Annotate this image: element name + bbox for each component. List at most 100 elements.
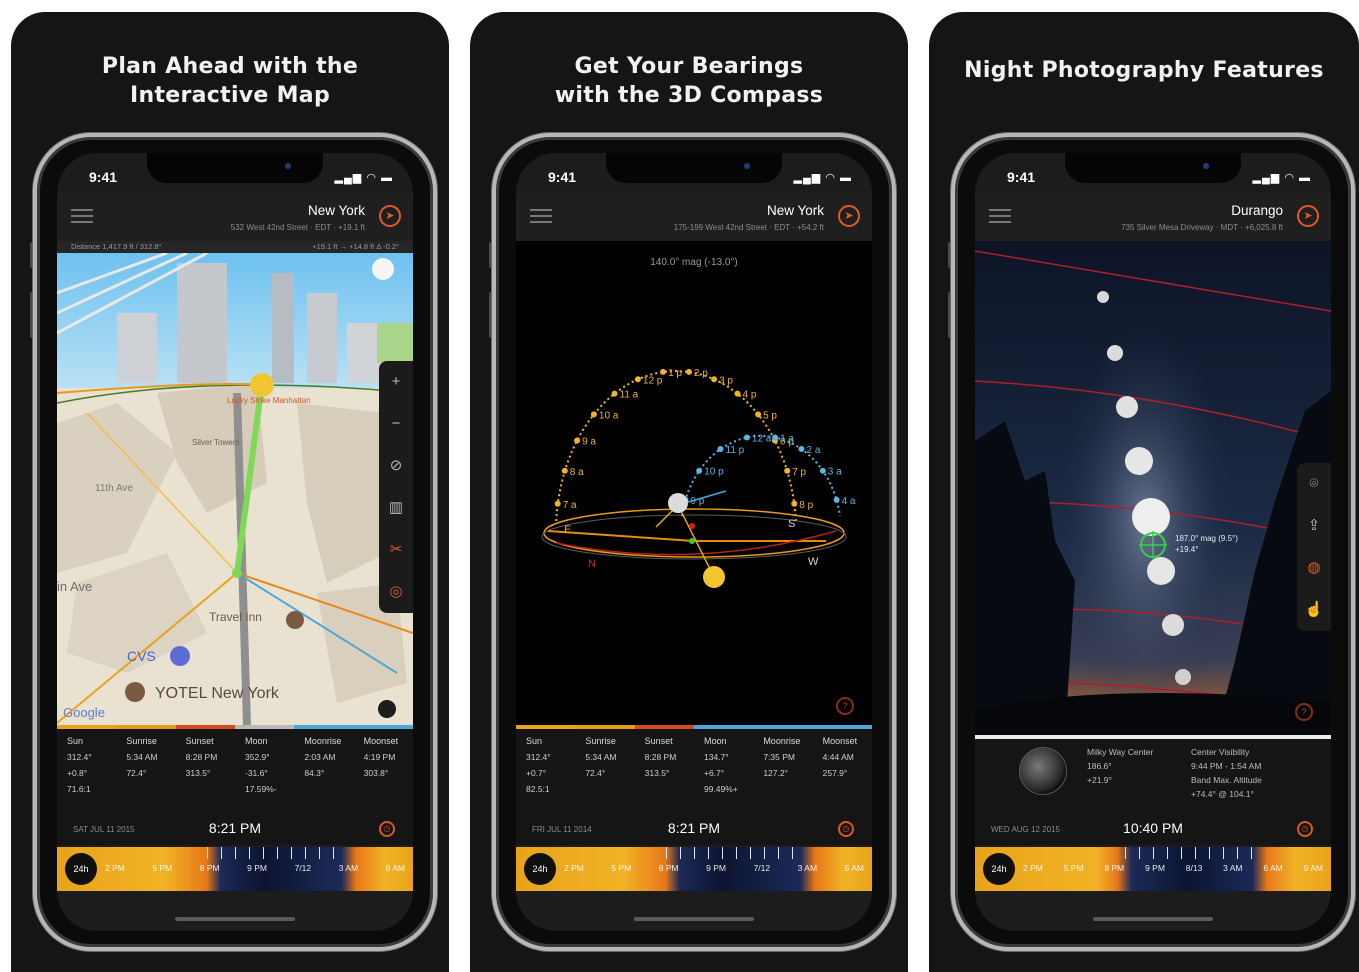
- timeline-labels: 2 PM 5 PM 8 PM 9 PM 7/12 3 AM 6 AM: [105, 863, 405, 873]
- location-name[interactable]: Durango: [1231, 203, 1283, 218]
- moon-hour-dot: [743, 434, 750, 441]
- panel-title: Get Your Bearings with the 3D Compass: [470, 52, 908, 110]
- clock-label[interactable]: 8:21 PM: [516, 820, 872, 836]
- mw-position-dot: [1097, 291, 1109, 303]
- compass-canvas[interactable]: 7 a8 a9 a10 a11 a12 p1 p2 p3 p4 p5 p6 p7…: [516, 241, 872, 725]
- sun-hour-dot: [590, 411, 597, 418]
- clock-icon[interactable]: ◷: [379, 821, 395, 837]
- sky-readout: +19.4°: [1175, 545, 1198, 554]
- data-col-sunset[interactable]: Sunset 8:28 PM 313.5°: [634, 725, 694, 815]
- milky-way-icon[interactable]: ◍: [1297, 547, 1331, 589]
- camera-icon[interactable]: ⌾: [1297, 463, 1331, 505]
- pin-tool-icon[interactable]: ✂: [379, 529, 413, 571]
- timeline-24h-button[interactable]: 24h: [524, 853, 556, 885]
- data-col-moonset[interactable]: Moonset 4:44 AM 257.9°: [812, 725, 872, 815]
- map-poi-label[interactable]: Lucky Strike Manhattan: [227, 396, 311, 405]
- moon-hour-label: 2 a: [807, 445, 821, 456]
- sun-hour-label: 9 a: [582, 437, 596, 448]
- phone-screen: 9:41 ▂▄▆ ◠ ▬ New York 175-199 West 42nd …: [516, 153, 872, 931]
- map-canvas[interactable]: Lucky Strike Manhattan Silver Towers 11t…: [57, 253, 413, 725]
- mw-position-dot: [1116, 396, 1138, 418]
- camera-dot: [1203, 163, 1209, 169]
- map-poi-label[interactable]: CVS: [127, 648, 156, 664]
- title-line-2: with the 3D Compass: [554, 83, 824, 108]
- location-name[interactable]: New York: [308, 203, 365, 218]
- location-arrow-icon[interactable]: ➤: [838, 205, 860, 227]
- data-col-sunset[interactable]: Sunset 8:28 PM 313.5°: [175, 725, 235, 815]
- sun-hour-label: 5 p: [763, 410, 777, 421]
- data-col-sunrise[interactable]: Sunrise 5:34 AM 72.4°: [116, 725, 176, 815]
- sun-hour-label: 1 p: [668, 368, 682, 379]
- milky-way-thumbnail-icon[interactable]: [1019, 747, 1067, 795]
- timeline-ticks: [666, 847, 806, 859]
- title-line-1: Plan Ahead with the: [101, 54, 359, 79]
- title-line-1: Night Photography Features: [964, 58, 1324, 83]
- target-icon[interactable]: ◎: [379, 571, 413, 613]
- help-icon[interactable]: ?: [836, 697, 854, 715]
- data-col-moonrise[interactable]: Moonrise 7:35 PM 127.2°: [753, 725, 813, 815]
- sun-hour-dot: [611, 390, 618, 397]
- sun-hour-dot: [791, 500, 798, 507]
- clock-icon[interactable]: ◷: [838, 821, 854, 837]
- status-time: 9:41: [548, 169, 577, 185]
- share-icon[interactable]: ⇪: [1297, 505, 1331, 547]
- hamburger-menu-icon[interactable]: [530, 209, 552, 223]
- location-address: 175-199 West 42nd Street · EDT · +54.2 f…: [673, 223, 824, 232]
- sun-hour-dot: [634, 376, 641, 383]
- data-col-sunrise[interactable]: Sunrise 5:34 AM 72.4°: [575, 725, 635, 815]
- map-view[interactable]: Lucky Strike Manhattan Silver Towers 11t…: [57, 253, 413, 725]
- panel-interactive-map: Plan Ahead with the Interactive Map 9:41…: [11, 12, 449, 972]
- hamburger-menu-icon[interactable]: [71, 209, 93, 223]
- timeline-24h-button[interactable]: 24h: [65, 853, 97, 885]
- notch: [1065, 153, 1241, 183]
- data-col-moon[interactable]: Moon 352.9° -31.6° 17.59%-: [234, 725, 295, 815]
- compass-view[interactable]: 140.0° mag (-13.0°) 7 a8 a9 a 10 a 11 a 12 …: [516, 241, 872, 725]
- moon-marker[interactable]: [668, 493, 688, 513]
- hamburger-menu-icon[interactable]: [989, 209, 1011, 223]
- clock-label[interactable]: 10:40 PM: [975, 820, 1331, 836]
- map-layers-icon[interactable]: ▥: [379, 487, 413, 529]
- zoom-out-icon[interactable]: −: [379, 403, 413, 445]
- moon-hour-dot: [798, 446, 805, 452]
- sun-hour-dot: [711, 376, 718, 383]
- hand-icon[interactable]: ☝: [1297, 589, 1331, 631]
- clock-icon[interactable]: ◷: [1297, 821, 1313, 837]
- location-name[interactable]: New York: [767, 203, 824, 218]
- mw-position-dot: [1162, 614, 1184, 636]
- data-col-sun[interactable]: Sun 312.4° +0.8° 71.6:1: [57, 725, 117, 815]
- location-arrow-icon[interactable]: ➤: [1297, 205, 1319, 227]
- timeline-scrubber[interactable]: 24h 2 PM 5 PM 8 PM 9 PM 7/12 3 AM 6 AM: [57, 847, 413, 891]
- mw-position-dot: [1132, 498, 1170, 536]
- cardinal-south: S: [788, 518, 795, 530]
- moon-path: 9 p10 p11 p12 a1 a2 a3 a4 a: [681, 434, 856, 517]
- distance-left: Distance 1,417.9 ft / 312.8°: [71, 242, 162, 251]
- data-col-moonrise[interactable]: Moonrise 2:03 AM 84.3°: [294, 725, 354, 815]
- moon-hour-dot: [717, 446, 724, 452]
- timeline-scrubber[interactable]: 24h 2 PM 5 PM 8 PM 9 PM 7/12 3 AM 6 AM: [516, 847, 872, 891]
- timeline-scrubber[interactable]: 24h 2 PM 5 PM 8 PM 9 PM 8/13 3 AM 6 AM 9 AM: [975, 847, 1331, 891]
- compass-icon[interactable]: ⊘: [379, 445, 413, 487]
- time-footer: SAT JUL 11 2015 8:21 PM ◷: [57, 815, 413, 845]
- mw-position-dot: [1175, 669, 1191, 685]
- sun-hour-dot: [784, 467, 791, 474]
- data-col-moon[interactable]: Moon 134.7° +6.7° 99.49%+: [693, 725, 754, 815]
- ephemeris-data-row: Sun 312.4° +0.7° 82.5:1 Sunrise 5:34 AM 72.4°…: [516, 725, 872, 815]
- timeline-24h-button[interactable]: 24h: [983, 853, 1015, 885]
- zoom-in-icon[interactable]: +: [379, 361, 413, 403]
- location-arrow-icon[interactable]: ➤: [379, 205, 401, 227]
- help-icon[interactable]: ?: [1295, 703, 1313, 721]
- clock-label[interactable]: 8:21 PM: [57, 820, 413, 836]
- map-street-label: in Ave: [57, 579, 92, 594]
- map-poi-label[interactable]: Travel Inn: [209, 610, 262, 624]
- night-sky-canvas[interactable]: 187.0° mag (9.5°) +19.4°: [975, 241, 1331, 735]
- data-col-moonset[interactable]: Moonset 4:19 PM 303.8°: [353, 725, 413, 815]
- night-sky-view[interactable]: 187.0° mag (9.5°) +19.4° ⌾ ⇪ ◍ ☝ ?: [975, 241, 1331, 735]
- map-poi-label[interactable]: Silver Towers: [192, 438, 239, 447]
- sun-marker[interactable]: [703, 566, 725, 588]
- time-footer: FRI JUL 11 2014 8:21 PM ◷: [516, 815, 872, 845]
- location-address: 735 Silver Mesa Driveway · MDT · +6,025.…: [1121, 223, 1283, 232]
- map-poi-label[interactable]: YOTEL New York: [155, 685, 280, 702]
- data-col-sun[interactable]: Sun 312.4° +0.7° 82.5:1: [516, 725, 576, 815]
- sun-hour-dot: [685, 368, 692, 375]
- status-time: 9:41: [1007, 169, 1036, 185]
